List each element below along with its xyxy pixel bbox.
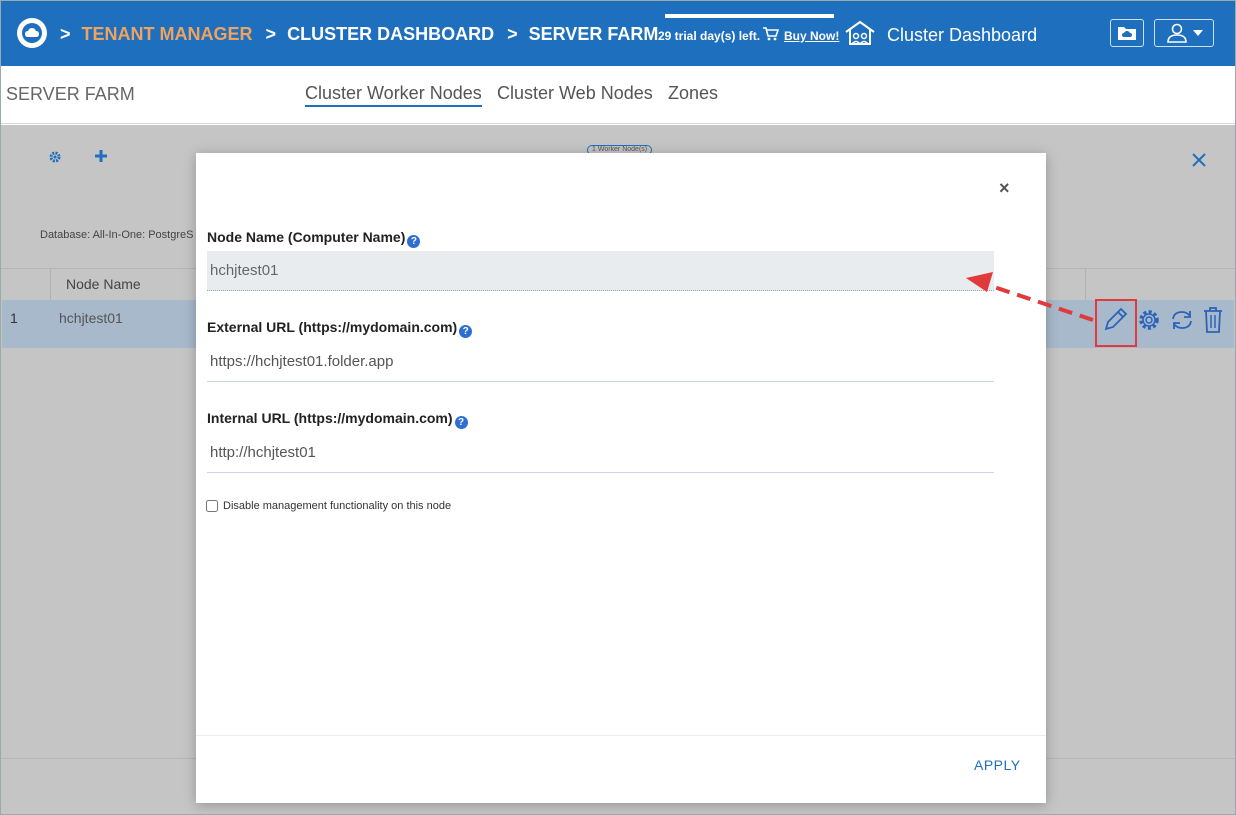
breadcrumb-separator: > <box>265 24 277 44</box>
gear-icon[interactable] <box>1136 307 1162 333</box>
cloud-logo-icon[interactable] <box>17 18 47 48</box>
tab-cluster-worker-nodes[interactable]: Cluster Worker Nodes <box>305 83 482 107</box>
breadcrumb-separator: > <box>507 24 518 44</box>
top-header: > TENANT MANAGER > CLUSTER DASHBOARD > S… <box>0 0 1236 66</box>
cluster-dashboard-title: Cluster Dashboard <box>887 25 1038 45</box>
node-name-label: Node Name (Computer Name)? <box>207 229 421 248</box>
external-url-label-text: External URL (https://mydomain.com) <box>207 319 458 335</box>
buy-now-link[interactable]: Buy Now! <box>784 29 839 43</box>
disable-management-checkbox[interactable] <box>206 500 218 512</box>
close-icon[interactable]: × <box>999 178 1010 199</box>
user-icon <box>1166 23 1187 43</box>
edit-highlight-box <box>1095 299 1137 347</box>
external-url-field[interactable] <box>207 342 994 382</box>
row-node-name: hchjtest01 <box>59 310 123 326</box>
dialog-footer-divider <box>196 735 1046 736</box>
trial-progress-bar <box>665 14 834 18</box>
caret-down-icon <box>1192 30 1203 36</box>
breadcrumb-separator: > <box>60 24 71 44</box>
breadcrumb: > TENANT MANAGER > CLUSTER DASHBOARD > S… <box>60 24 658 45</box>
folder-button[interactable] <box>1110 19 1144 47</box>
panel-close-icon[interactable] <box>1191 150 1207 172</box>
help-icon[interactable]: ? <box>407 235 421 248</box>
apply-button[interactable]: APPLY <box>974 757 1021 773</box>
help-icon[interactable]: ? <box>459 325 473 338</box>
tab-zones[interactable]: Zones <box>668 83 718 104</box>
breadcrumb-cluster-dashboard[interactable]: CLUSTER DASHBOARD <box>287 24 494 44</box>
user-menu-button[interactable] <box>1154 19 1214 47</box>
settings-gear-icon[interactable] <box>48 150 62 167</box>
row-number: 1 <box>10 310 18 326</box>
breadcrumb-server-farm: SERVER FARM <box>528 24 659 44</box>
column-header-node-name: Node Name <box>66 276 141 292</box>
tab-cluster-web-nodes[interactable]: Cluster Web Nodes <box>497 83 653 104</box>
trash-icon[interactable] <box>1202 306 1224 334</box>
disable-management-row: Disable management functionality on this… <box>206 500 451 512</box>
page-title: SERVER FARM <box>6 84 135 104</box>
refresh-icon[interactable] <box>1168 307 1196 333</box>
sub-navigation: SERVER FARM Cluster Worker Nodes Cluster… <box>0 66 1236 124</box>
database-info-text: Database: All-In-One: PostgreS <box>40 229 194 241</box>
help-icon[interactable]: ? <box>454 416 468 429</box>
node-name-field[interactable] <box>207 251 994 291</box>
breadcrumb-tenant-manager[interactable]: TENANT MANAGER <box>82 24 253 44</box>
disable-management-label: Disable management functionality on this… <box>223 500 452 512</box>
node-name-label-text: Node Name (Computer Name) <box>207 229 406 245</box>
trial-days-text: 29 trial day(s) left. <box>658 29 761 43</box>
internal-url-label-text: Internal URL (https://mydomain.com) <box>207 410 453 426</box>
internal-url-field[interactable] <box>207 433 994 473</box>
edit-node-dialog: × Node Name (Computer Name)? External UR… <box>196 153 1046 803</box>
add-icon[interactable] <box>94 146 108 169</box>
cluster-home-icon[interactable] <box>844 20 876 46</box>
internal-url-label: Internal URL (https://mydomain.com)? <box>207 410 468 429</box>
external-url-label: External URL (https://mydomain.com)? <box>207 319 473 338</box>
cloud-folder-icon <box>1118 27 1136 40</box>
cart-icon <box>763 27 780 44</box>
